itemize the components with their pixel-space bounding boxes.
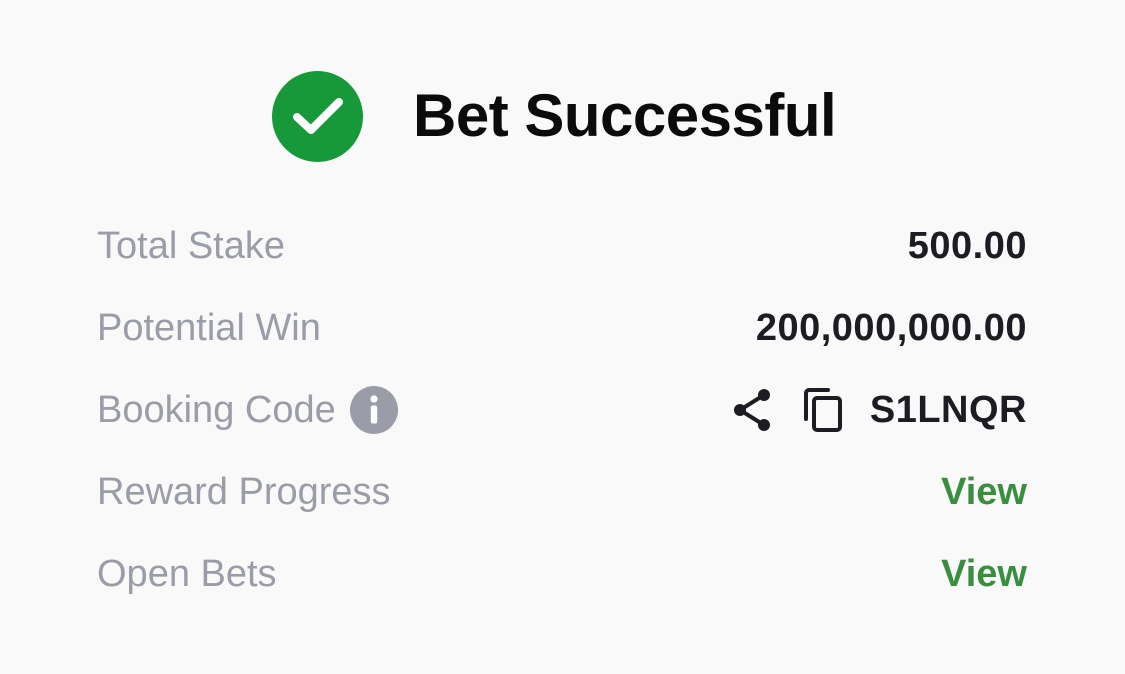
total-stake-value: 500.00 xyxy=(907,224,1027,267)
booking-code-label: Booking Code xyxy=(97,388,336,431)
bet-details-list: Total Stake 500.00 Potential Win 200,000… xyxy=(97,205,1027,615)
potential-win-value: 200,000,000.00 xyxy=(755,306,1027,349)
potential-win-row: Potential Win 200,000,000.00 xyxy=(97,287,1027,369)
copy-icon[interactable] xyxy=(802,387,844,433)
booking-code-value[interactable]: S1LNQR xyxy=(870,389,1027,432)
reward-progress-row: Reward Progress View xyxy=(97,451,1027,533)
bet-confirmation-panel: Bet Successful Total Stake 500.00 Potent… xyxy=(0,0,1125,674)
open-bets-row: Open Bets View xyxy=(97,533,1027,615)
potential-win-label: Potential Win xyxy=(97,306,321,349)
total-stake-row: Total Stake 500.00 xyxy=(97,205,1027,287)
open-bets-view-link[interactable]: View xyxy=(941,553,1027,596)
page-title: Bet Successful xyxy=(413,82,837,149)
open-bets-label: Open Bets xyxy=(97,552,277,595)
booking-code-label-group: Booking Code xyxy=(97,386,398,434)
share-icon[interactable] xyxy=(730,387,774,433)
reward-progress-view-link[interactable]: View xyxy=(941,471,1027,514)
reward-progress-label: Reward Progress xyxy=(97,470,391,513)
booking-code-row: Booking Code S1LNQR xyxy=(97,369,1027,451)
booking-code-actions: S1LNQR xyxy=(730,387,1027,433)
check-circle-icon xyxy=(272,70,363,162)
info-icon[interactable] xyxy=(349,386,398,434)
total-stake-label: Total Stake xyxy=(97,224,285,267)
confirmation-header: Bet Successful xyxy=(272,70,837,162)
